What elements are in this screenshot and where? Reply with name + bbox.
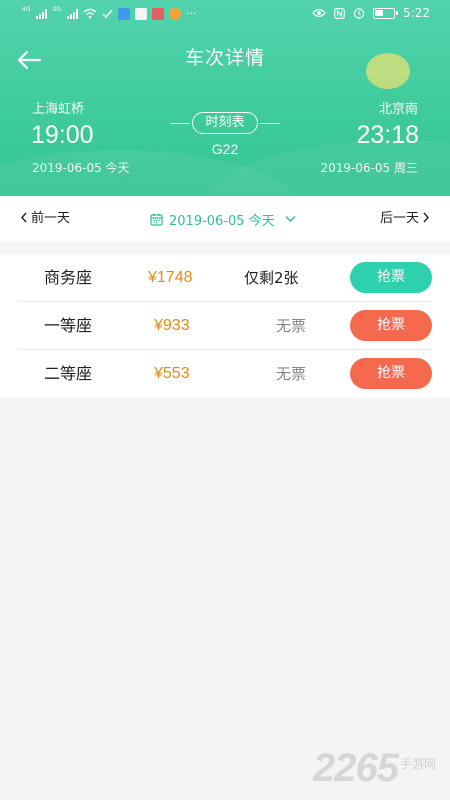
watermark: 2265 手游网 [313, 748, 436, 788]
divider-line [170, 123, 190, 124]
nfc-icon [334, 7, 345, 19]
seat-row: 商务座 ¥1748 仅剩2张 抢票 [18, 254, 432, 302]
alarm-icon [353, 8, 365, 19]
calendar-icon [150, 213, 163, 226]
timetable-group: 时刻表 [170, 112, 280, 134]
depart-date: 2019-06-05 今天 [32, 161, 130, 175]
grab-ticket-button[interactable]: 抢票 [350, 262, 432, 293]
prev-day-label: 前一天 [31, 211, 71, 226]
chevron-right-icon [423, 212, 429, 223]
next-day-label: 后一天 [379, 211, 419, 226]
signal-4g-icon [36, 8, 48, 19]
more-icon: ··· [185, 7, 197, 20]
chevron-down-icon [285, 216, 296, 222]
camera-icon [151, 7, 164, 20]
seat-name: 商务座 [44, 268, 93, 287]
seat-availability: 无票 [276, 365, 307, 383]
eye-icon [312, 8, 326, 18]
seat-list: 商务座 ¥1748 仅剩2张 抢票 一等座 ¥933 无票 抢票 二等座 ¥55… [0, 254, 450, 398]
seat-availability: 仅剩2张 [244, 269, 299, 287]
seat-price: ¥933 [154, 317, 190, 334]
signal-2g-icon [66, 8, 78, 19]
from-station: 上海虹桥 [32, 102, 85, 117]
seat-availability: 无票 [276, 317, 307, 335]
page-title: 车次详情 [184, 47, 265, 69]
divider-line [260, 123, 280, 124]
clock-time: 5:22 [403, 6, 430, 20]
signal-4g-label: 4G [22, 6, 31, 13]
status-bar: 4G 2G ··· 5:22 [0, 0, 450, 28]
status-left-icons: 4G 2G ··· [22, 6, 197, 20]
current-date: 2019-06-05 今天 [169, 213, 275, 229]
seat-name: 二等座 [44, 364, 93, 383]
grab-ticket-button[interactable]: 抢票 [350, 310, 432, 341]
seat-row: 一等座 ¥933 无票 抢票 [18, 302, 432, 350]
seat-name: 一等座 [44, 316, 93, 335]
timetable-button[interactable]: 时刻表 [192, 112, 258, 134]
prev-day-button[interactable]: 前一天 [20, 196, 70, 242]
train-number: G22 [211, 141, 239, 157]
book-icon [134, 7, 147, 20]
arrive-date: 2019-06-05 周三 [320, 161, 418, 175]
header: 4G 2G ··· 5:22 车次详情 上海虹桥 北京南 19:00 23:18… [0, 0, 450, 196]
seat-price: ¥553 [154, 365, 190, 382]
app-icon [117, 7, 130, 20]
date-picker[interactable]: 2019-06-05 今天 [150, 196, 296, 242]
watermark-text: 手游网 [399, 757, 436, 771]
grab-ticket-button[interactable]: 抢票 [350, 358, 432, 389]
signal-2g-label: 2G [52, 6, 61, 13]
chevron-left-icon [21, 212, 27, 223]
seat-row: 二等座 ¥553 无票 抢票 [18, 350, 432, 398]
to-station: 北京南 [378, 102, 418, 117]
wifi-icon [83, 8, 97, 19]
battery-icon [373, 7, 399, 19]
watermark-number: 2265 [313, 746, 399, 790]
check-icon [102, 9, 113, 18]
app-icon [168, 7, 181, 20]
next-day-button[interactable]: 后一天 [380, 196, 430, 242]
date-navigation: 前一天 2019-06-05 今天 后一天 [0, 196, 450, 242]
seat-price: ¥1748 [148, 269, 193, 286]
status-right-icons: 5:22 [312, 6, 430, 20]
